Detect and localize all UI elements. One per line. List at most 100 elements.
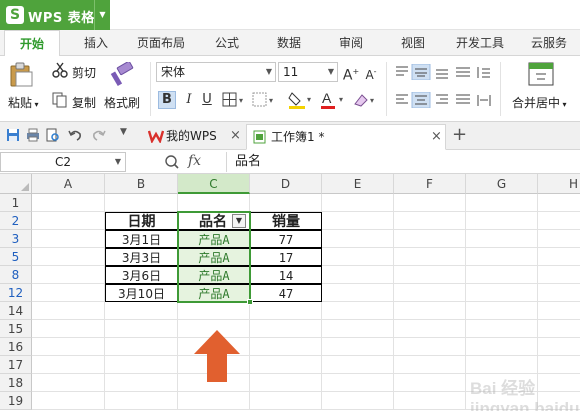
column-header-b[interactable]: B [105, 174, 178, 194]
cell-h12[interactable] [538, 284, 580, 302]
fx-insert-function-icon[interactable]: fx [188, 153, 201, 169]
name-box[interactable]: C2 ▼ [0, 152, 126, 172]
cell-d1[interactable] [250, 194, 322, 212]
tab-insert[interactable]: 插入 [72, 30, 120, 56]
cell-f1[interactable] [394, 194, 466, 212]
cell-a3[interactable] [32, 230, 105, 248]
cell-d17[interactable] [250, 356, 322, 374]
cell-b5[interactable]: 3月3日 [105, 248, 178, 266]
cell-c19[interactable] [178, 392, 250, 410]
cell-b17[interactable] [105, 356, 178, 374]
row-header-17[interactable]: 17 [0, 356, 32, 374]
customize-dropdown-icon[interactable]: ▼ [120, 127, 127, 137]
column-header-f[interactable]: F [394, 174, 466, 194]
cell-d5[interactable]: 17 [250, 248, 322, 266]
cell-d15[interactable] [250, 320, 322, 338]
row-header-16[interactable]: 16 [0, 338, 32, 356]
cell-g8[interactable] [466, 266, 538, 284]
column-header-c[interactable]: C [178, 174, 250, 194]
cell-g3[interactable] [466, 230, 538, 248]
cell-h3[interactable] [538, 230, 580, 248]
cell-c5[interactable]: 产品A [178, 248, 250, 266]
font-size-select[interactable]: 11 ▼ [278, 62, 338, 82]
column-header-h[interactable]: H [538, 174, 580, 194]
cell-g1[interactable] [466, 194, 538, 212]
cell-d8[interactable]: 14 [250, 266, 322, 284]
column-header-e[interactable]: E [322, 174, 394, 194]
row-header-2[interactable]: 2 [0, 212, 32, 230]
format-painter-icon[interactable] [110, 62, 134, 88]
merge-center-icon[interactable] [528, 62, 554, 86]
cell-e14[interactable] [322, 302, 394, 320]
row-header-8[interactable]: 8 [0, 266, 32, 284]
underline-button[interactable]: U [198, 91, 216, 109]
row-header-18[interactable]: 18 [0, 374, 32, 392]
cell-a8[interactable] [32, 266, 105, 284]
cell-h8[interactable] [538, 266, 580, 284]
column-header-g[interactable]: G [466, 174, 538, 194]
cell-d3[interactable]: 77 [250, 230, 322, 248]
cell-c3[interactable]: 产品A [178, 230, 250, 248]
cell-f17[interactable] [394, 356, 466, 374]
cell-g2[interactable] [466, 212, 538, 230]
print-preview-icon[interactable] [46, 128, 60, 142]
cell-e18[interactable] [322, 374, 394, 392]
merge-center-button[interactable]: 合并居中 ▾ [512, 94, 567, 111]
doc-tab-my-wps[interactable]: 我的WPS × [140, 124, 244, 150]
cell-style-icon[interactable]: ▾ [252, 92, 278, 108]
cell-g16[interactable] [466, 338, 538, 356]
cell-b1[interactable] [105, 194, 178, 212]
formula-input[interactable]: 品名 [226, 152, 580, 172]
fill-color-icon[interactable]: ▾ [288, 90, 316, 110]
row-header-19[interactable]: 19 [0, 392, 32, 410]
cell-h1[interactable] [538, 194, 580, 212]
scissors-icon[interactable] [52, 62, 68, 78]
cell-d16[interactable] [250, 338, 322, 356]
zoom-search-icon[interactable] [164, 154, 180, 170]
cell-a1[interactable] [32, 194, 105, 212]
row-header-12[interactable]: 12 [0, 284, 32, 302]
cell-g17[interactable] [466, 356, 538, 374]
row-header-15[interactable]: 15 [0, 320, 32, 338]
cell-f2[interactable] [394, 212, 466, 230]
tab-data[interactable]: 数据 [266, 30, 312, 56]
cell-h2[interactable] [538, 212, 580, 230]
cell-f15[interactable] [394, 320, 466, 338]
fill-handle[interactable] [247, 299, 253, 305]
cell-b18[interactable] [105, 374, 178, 392]
save-icon[interactable] [6, 128, 20, 142]
cell-d14[interactable] [250, 302, 322, 320]
column-header-d[interactable]: D [250, 174, 322, 194]
cell-h17[interactable] [538, 356, 580, 374]
cell-e2[interactable] [322, 212, 394, 230]
select-all-corner[interactable] [0, 174, 32, 194]
cell-f16[interactable] [394, 338, 466, 356]
cell-b8[interactable]: 3月6日 [105, 266, 178, 284]
doc-tab-workbook[interactable]: 工作簿1 * × [246, 124, 446, 150]
column-header-a[interactable]: A [32, 174, 105, 194]
cell-d2[interactable]: 销量 [250, 212, 322, 230]
print-icon[interactable] [26, 128, 40, 142]
format-painter-button[interactable]: 格式刷 [104, 94, 140, 111]
cell-f18[interactable] [394, 374, 466, 392]
clear-format-icon[interactable]: ▾ [352, 92, 380, 108]
cell-e19[interactable] [322, 392, 394, 410]
italic-button[interactable]: I [180, 91, 198, 109]
cell-e8[interactable] [322, 266, 394, 284]
cell-h5[interactable] [538, 248, 580, 266]
cell-c8[interactable]: 产品A [178, 266, 250, 284]
cell-e15[interactable] [322, 320, 394, 338]
cell-a12[interactable] [32, 284, 105, 302]
cell-b2[interactable]: 日期 [105, 212, 178, 230]
tab-developer[interactable]: 开发工具 [450, 30, 510, 56]
paste-icon[interactable] [8, 62, 34, 88]
cell-c1[interactable] [178, 194, 250, 212]
font-name-select[interactable]: 宋体 ▼ [156, 62, 276, 82]
cell-a16[interactable] [32, 338, 105, 356]
filter-dropdown-icon[interactable]: ▼ [232, 214, 246, 228]
cell-e17[interactable] [322, 356, 394, 374]
cell-b16[interactable] [105, 338, 178, 356]
cell-e12[interactable] [322, 284, 394, 302]
cell-g15[interactable] [466, 320, 538, 338]
cell-f12[interactable] [394, 284, 466, 302]
